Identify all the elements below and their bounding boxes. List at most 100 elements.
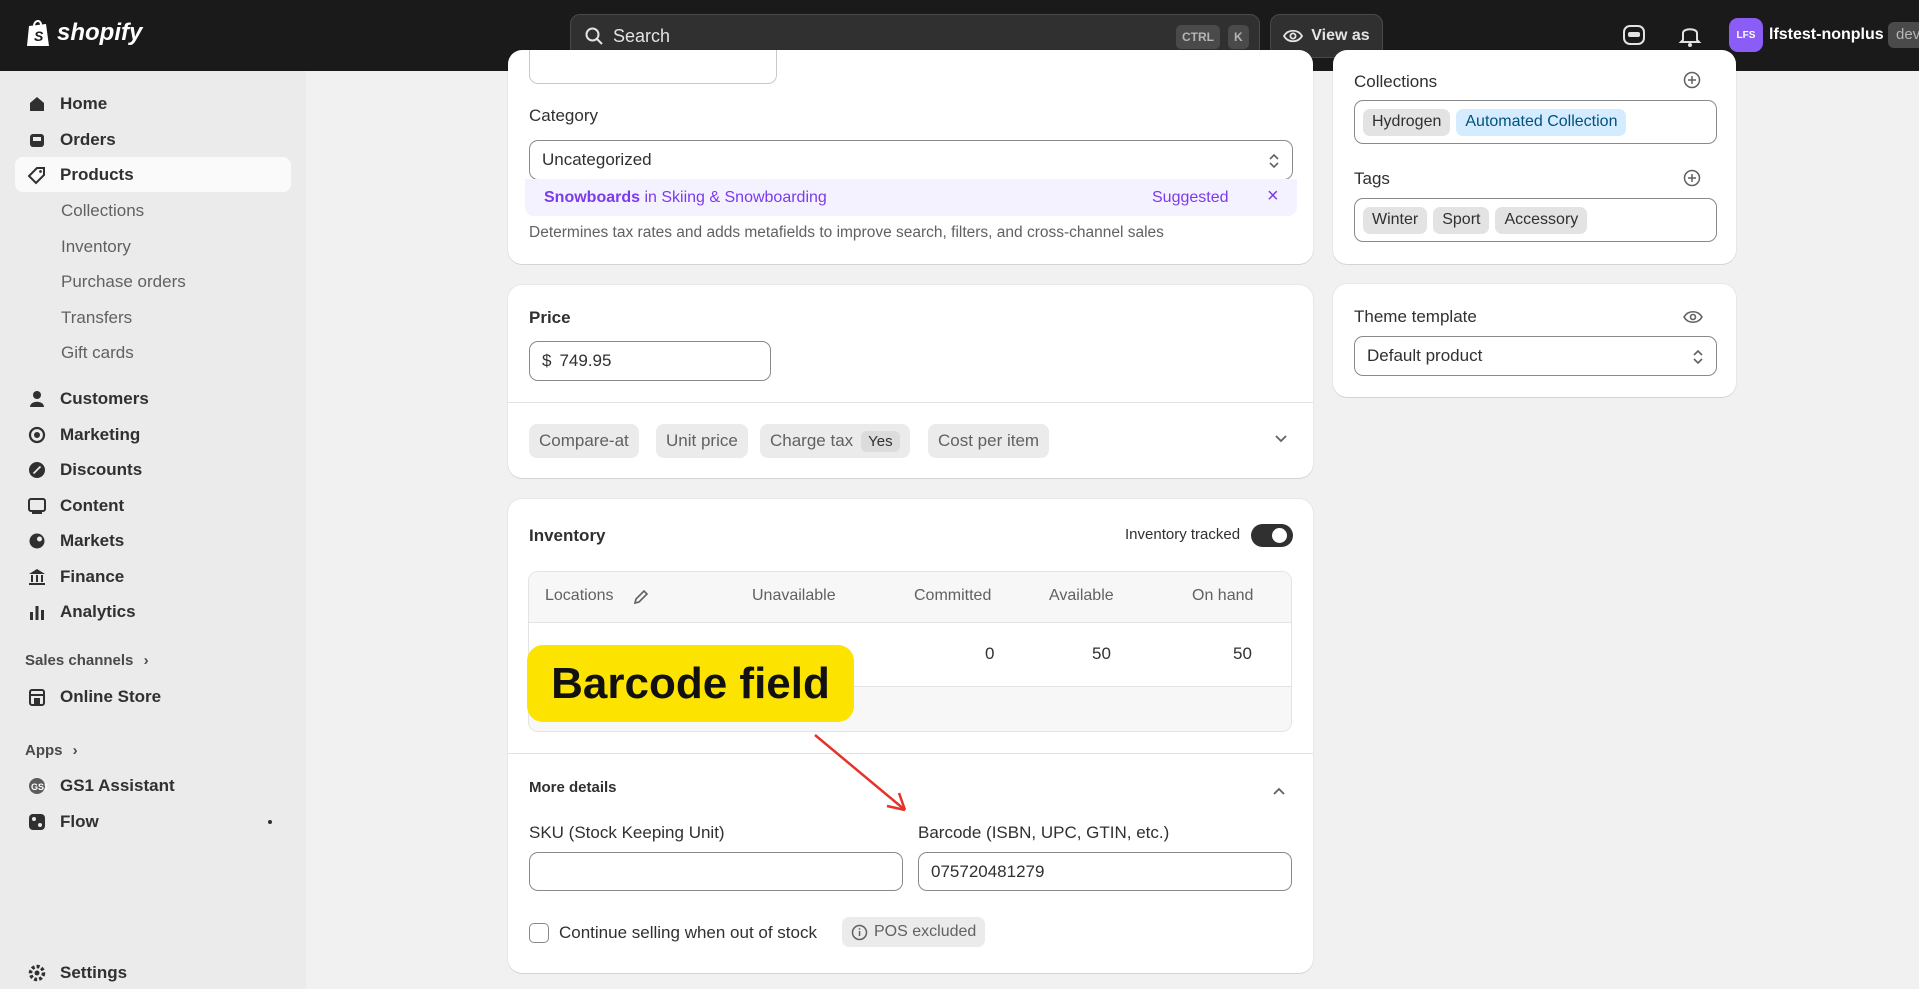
price-input[interactable]: $ 749.95 <box>529 341 771 381</box>
continue-selling-label[interactable]: Continue selling when out of stock <box>559 923 817 943</box>
svg-text:GS1: GS1 <box>31 782 47 792</box>
sidebar-item-finance[interactable]: Finance <box>15 559 124 594</box>
collections-label: Collections <box>1354 72 1438 91</box>
sidebar-item-flow[interactable]: Flow <box>15 804 291 839</box>
bar-chart-icon <box>30 605 44 620</box>
category-card: Category Uncategorized Snowboards in Ski… <box>508 50 1313 264</box>
eye-icon <box>1283 29 1304 43</box>
theme-template-card: Theme template Default product <box>1333 284 1736 397</box>
price-value: 749.95 <box>559 351 612 370</box>
bell-icon[interactable] <box>1677 22 1703 48</box>
sidebar-item-label: Content <box>60 495 125 515</box>
pencil-icon[interactable] <box>632 588 650 606</box>
sidebar-item-label: Finance <box>60 566 125 586</box>
tags-field[interactable]: Winter Sport Accessory <box>1354 198 1717 242</box>
chevron-up-icon[interactable] <box>1271 785 1287 797</box>
sidebar-item-discounts[interactable]: Discounts <box>15 452 142 487</box>
sales-channels-heading[interactable]: Sales channels › <box>25 652 149 669</box>
suggested-label: Suggested <box>1152 189 1229 206</box>
suggestion-name: Snowboards <box>544 188 641 206</box>
apps-heading[interactable]: Apps › <box>25 742 78 759</box>
sidebar-item-customers[interactable]: Customers <box>15 381 149 416</box>
sidebar-subitem-collections[interactable]: Collections <box>61 201 144 221</box>
tag-chip[interactable]: Winter <box>1363 206 1428 234</box>
sidekick-icon[interactable] <box>1621 22 1647 48</box>
bank-icon <box>29 568 45 585</box>
continue-selling-checkbox[interactable] <box>529 923 549 943</box>
theme-template-select[interactable]: Default product <box>1354 336 1717 376</box>
store-name[interactable]: lfstest-nonplus <box>1769 26 1884 44</box>
sidebar-item-marketing[interactable]: Marketing <box>15 417 140 452</box>
sidebar-item-analytics[interactable]: Analytics <box>15 594 136 629</box>
target-icon <box>28 426 46 443</box>
barcode-input[interactable]: 075720481279 <box>918 852 1292 891</box>
image-icon <box>28 497 46 514</box>
category-value: Uncategorized <box>542 150 652 169</box>
currency-symbol: $ <box>542 351 552 370</box>
avatar[interactable]: LFS <box>1729 18 1763 52</box>
add-tag-icon[interactable] <box>1683 169 1701 187</box>
sidebar-subitem-inventory[interactable]: Inventory <box>61 237 131 257</box>
category-suggestion[interactable]: Snowboards in Skiing & Snowboarding Sugg… <box>525 179 1297 216</box>
price-card: Price $ 749.95 Compare-at Unit price Cha… <box>508 285 1313 478</box>
cost-per-item-pill[interactable]: Cost per item <box>928 424 1050 458</box>
sidebar-item-content[interactable]: Content <box>15 488 124 523</box>
search-icon <box>585 27 603 45</box>
collections-field[interactable]: Hydrogen Automated Collection <box>1354 100 1717 144</box>
select-chevrons-icon <box>1693 349 1703 365</box>
suggestion-path: in Skiing & Snowboarding <box>640 188 827 206</box>
chevron-right-icon: › <box>72 742 78 759</box>
sidebar-item-online-store[interactable]: Online Store <box>15 679 161 714</box>
search-placeholder: Search <box>613 25 671 46</box>
chevron-down-icon[interactable] <box>1273 433 1289 445</box>
inventory-title: Inventory <box>529 526 606 545</box>
gear-icon <box>28 964 46 981</box>
sidebar-item-label: GS1 Assistant <box>60 775 175 795</box>
sidebar-subitem-transfers[interactable]: Transfers <box>61 308 132 328</box>
sidebar-item-home[interactable]: Home <box>15 86 107 121</box>
add-collection-icon[interactable] <box>1683 71 1701 89</box>
sidebar-item-label: Customers <box>60 388 149 408</box>
sidebar-subitem-purchase-orders[interactable]: Purchase orders <box>61 272 186 292</box>
price-label: Price <box>529 308 571 327</box>
info-icon <box>851 924 868 940</box>
unit-price-pill[interactable]: Unit price <box>656 424 748 458</box>
inventory-tracked-toggle[interactable] <box>1251 524 1293 547</box>
svg-text:S: S <box>34 28 44 44</box>
sidebar-subitem-gift-cards[interactable]: Gift cards <box>61 343 134 363</box>
flow-app-icon <box>29 813 45 830</box>
tag-icon <box>27 166 45 184</box>
theme-template-label: Theme template <box>1354 307 1477 326</box>
notification-dot <box>268 820 272 824</box>
category-select[interactable]: Uncategorized <box>529 140 1293 180</box>
discount-icon <box>29 461 45 478</box>
annotation-arrow-icon <box>814 734 907 812</box>
compare-at-pill[interactable]: Compare-at <box>529 424 639 458</box>
inbox-icon <box>30 133 44 147</box>
toggle-knob <box>1272 528 1287 543</box>
column-header-committed: Committed <box>914 587 992 604</box>
sidebar-item-markets[interactable]: Markets <box>15 523 124 558</box>
tag-chip[interactable]: Sport <box>1433 206 1490 234</box>
sidebar-item-orders[interactable]: Orders <box>15 122 116 157</box>
shopify-logo[interactable]: S shopify <box>25 18 142 48</box>
sku-input[interactable] <box>529 852 903 891</box>
tag-chip[interactable]: Accessory <box>1495 206 1588 234</box>
sidebar-item-products[interactable]: Products <box>15 157 291 192</box>
sidebar-item-label: Online Store <box>60 686 162 706</box>
chevron-right-icon: › <box>143 652 149 669</box>
collection-tag[interactable]: Automated Collection <box>1456 108 1627 136</box>
collection-tag[interactable]: Hydrogen <box>1363 108 1451 136</box>
sidebar-item-gs1-assistant[interactable]: GS1 GS1 Assistant <box>15 768 175 803</box>
cell-available[interactable]: 50 <box>1092 644 1111 664</box>
charge-tax-label: Charge tax <box>770 431 854 450</box>
charge-tax-pill[interactable]: Charge tax Yes <box>760 424 910 458</box>
logo-text: shopify <box>57 19 143 46</box>
sidebar-item-settings[interactable]: Settings <box>15 955 127 989</box>
eye-icon[interactable] <box>1683 310 1703 324</box>
dismiss-suggestion-icon[interactable]: × <box>1267 185 1279 208</box>
more-details-toggle[interactable]: More details <box>529 779 617 796</box>
cell-on-hand[interactable]: 50 <box>1233 644 1252 664</box>
shortcut-k: K <box>1228 25 1249 49</box>
sales-channels-label: Sales channels <box>25 652 134 669</box>
